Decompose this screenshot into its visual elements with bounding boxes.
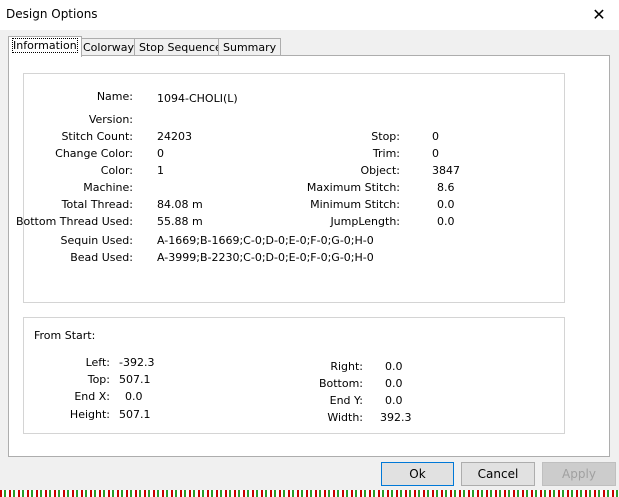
stop-value: 0 bbox=[432, 130, 439, 143]
maximum-stitch-label: Maximum Stitch: bbox=[306, 181, 400, 194]
tab-summary[interactable]: Summary bbox=[218, 38, 282, 56]
end-y-label: End Y: bbox=[329, 394, 363, 407]
bead-used-label: Bead Used: bbox=[70, 251, 133, 264]
top-label: Top: bbox=[87, 373, 110, 386]
width-label: Width: bbox=[327, 411, 363, 424]
ok-button[interactable]: Ok bbox=[381, 462, 454, 486]
design-options-dialog: Design Options ✕ Information Colorway St… bbox=[0, 0, 619, 490]
window-title: Design Options bbox=[6, 7, 98, 21]
information-panel: Name: 1094-CHOLI(L) Version: Stitch Coun… bbox=[8, 55, 610, 457]
change-color-value: 0 bbox=[157, 147, 164, 160]
sequin-used-value: A-1669;B-1669;C-0;D-0;E-0;F-0;G-0;H-0 bbox=[157, 234, 374, 247]
bead-used-value: A-3999;B-2230;C-0;D-0;E-0;F-0;G-0;H-0 bbox=[157, 251, 374, 264]
jump-length-label: JumpLength: bbox=[330, 215, 400, 228]
design-info-group: Name: 1094-CHOLI(L) Version: Stitch Coun… bbox=[16, 73, 565, 303]
end-x-value: 0.0 bbox=[125, 390, 143, 403]
name-value: 1094-CHOLI(L) bbox=[157, 92, 238, 105]
height-label: Height: bbox=[69, 408, 110, 421]
jump-length-value: 0.0 bbox=[437, 215, 455, 228]
background-pattern-bottom bbox=[0, 490, 619, 497]
right-value: 0.0 bbox=[385, 360, 403, 373]
end-x-label: End X: bbox=[74, 390, 110, 403]
cancel-button[interactable]: Cancel bbox=[461, 462, 535, 486]
color-label: Color: bbox=[100, 164, 133, 177]
bottom-value: 0.0 bbox=[385, 377, 403, 390]
width-value: 392.3 bbox=[380, 411, 412, 424]
color-value: 1 bbox=[157, 164, 164, 177]
total-thread-label: Total Thread: bbox=[61, 198, 133, 211]
machine-label: Machine: bbox=[83, 181, 133, 194]
bottom-thread-label: Bottom Thread Used: bbox=[15, 215, 133, 228]
version-label: Version: bbox=[88, 113, 133, 126]
stitch-count-label: Stitch Count: bbox=[61, 130, 133, 143]
left-label: Left: bbox=[85, 356, 110, 369]
name-label: Name: bbox=[96, 90, 133, 103]
top-value: 507.1 bbox=[119, 373, 151, 386]
height-value: 507.1 bbox=[119, 408, 151, 421]
left-value: -392.3 bbox=[119, 356, 155, 369]
total-thread-value: 84.08 m bbox=[157, 198, 203, 211]
object-label: Object: bbox=[360, 164, 400, 177]
trim-value: 0 bbox=[432, 147, 439, 160]
minimum-stitch-label: Minimum Stitch: bbox=[310, 198, 400, 211]
stop-label: Stop: bbox=[371, 130, 400, 143]
stitch-count-value: 24203 bbox=[157, 130, 192, 143]
trim-label: Trim: bbox=[372, 147, 400, 160]
sequin-used-label: Sequin Used: bbox=[60, 234, 133, 247]
bottom-thread-value: 55.88 m bbox=[157, 215, 203, 228]
bottom-label: Bottom: bbox=[318, 377, 363, 390]
tab-information[interactable]: Information bbox=[8, 36, 82, 57]
tab-stop-sequence[interactable]: Stop Sequence bbox=[134, 38, 227, 56]
title-bar: Design Options ✕ bbox=[0, 0, 619, 30]
tab-colorway[interactable]: Colorway bbox=[78, 38, 139, 56]
from-start-heading: From Start: bbox=[34, 329, 96, 342]
end-y-value: 0.0 bbox=[385, 394, 403, 407]
minimum-stitch-value: 0.0 bbox=[437, 198, 455, 211]
object-value: 3847 bbox=[432, 164, 460, 177]
apply-button[interactable]: Apply bbox=[542, 462, 616, 486]
from-start-group: From Start: Left: -392.3 Top: 507.1 End … bbox=[23, 317, 565, 434]
change-color-label: Change Color: bbox=[55, 147, 133, 160]
right-label: Right: bbox=[330, 360, 363, 373]
close-icon[interactable]: ✕ bbox=[579, 0, 619, 30]
maximum-stitch-value: 8.6 bbox=[437, 181, 455, 194]
